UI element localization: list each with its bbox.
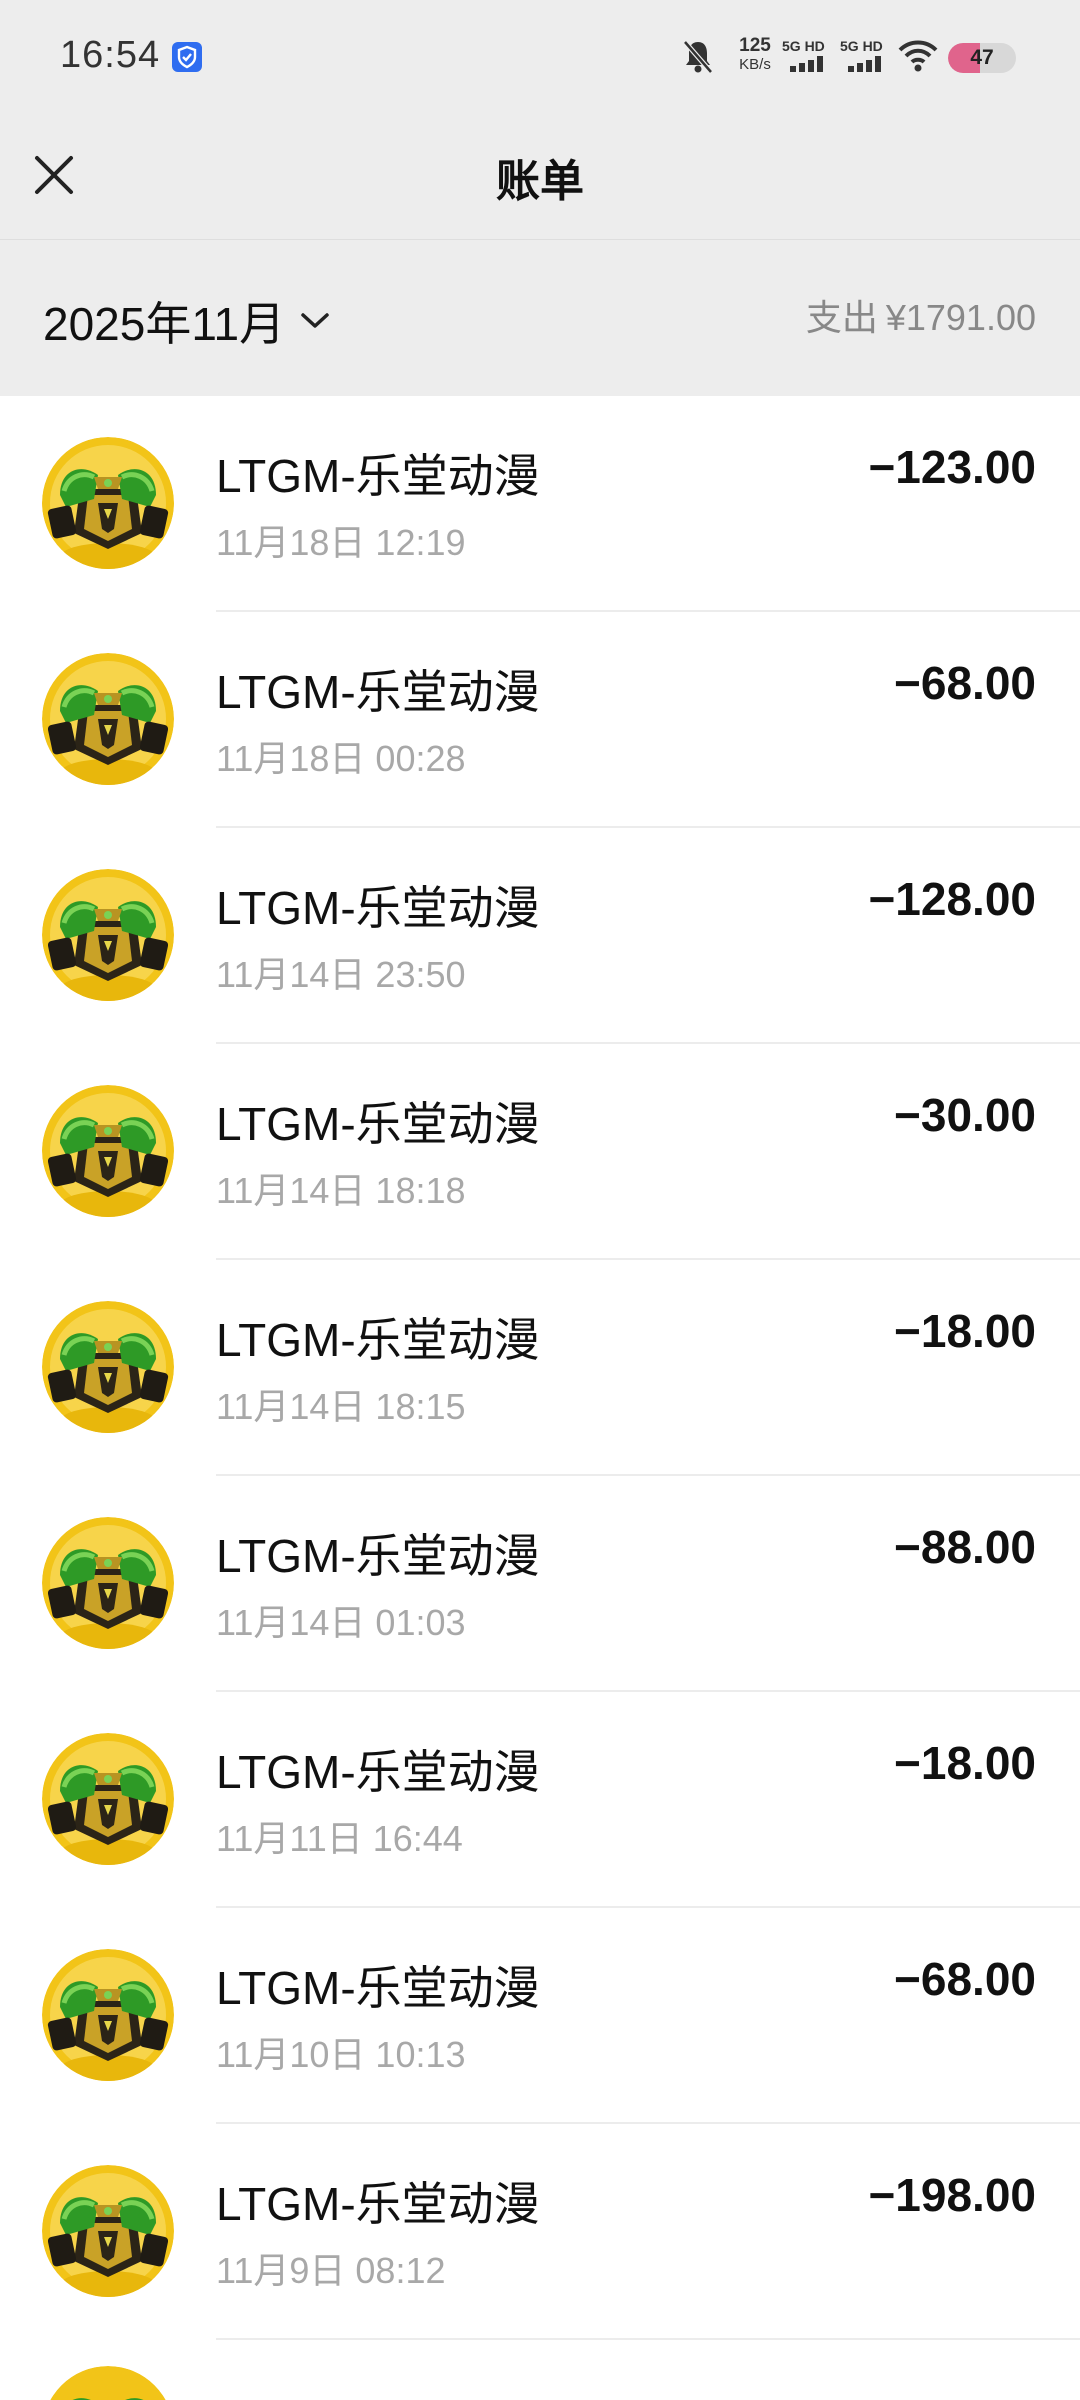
merchant-avatar: [42, 653, 174, 785]
status-bar: 16:54 125 KB/s 5G HD 5G HD 47: [0, 0, 1080, 115]
transaction-row[interactable]: LTGM-乐堂动漫 11月9日 08:12 −198.00: [0, 2124, 1080, 2340]
armor-avatar-icon: [42, 1301, 174, 1433]
transaction-datetime: 11月14日 18:15: [216, 1386, 466, 1427]
transaction-row[interactable]: LTGM-乐堂动漫 11月14日 01:03 −88.00: [0, 1476, 1080, 1692]
merchant-avatar: [42, 869, 174, 1001]
armor-avatar-icon: [42, 1517, 174, 1649]
month-label: 2025年11月: [43, 298, 286, 350]
expense-summary-label: 支出: [805, 297, 878, 338]
signal-bars-icon: [848, 56, 881, 72]
transaction-row[interactable]: LTGM-乐堂动漫 11月14日 23:50 −128.00: [0, 828, 1080, 1044]
transaction-datetime: 11月14日 18:18: [216, 1170, 466, 1211]
merchant-avatar: [42, 2366, 174, 2400]
armor-avatar-icon: [42, 437, 174, 569]
armor-avatar-icon: [50, 2366, 166, 2400]
transaction-amount: −128.00: [868, 873, 1036, 925]
transaction-amount: −18.00: [894, 1737, 1036, 1789]
transaction-datetime: 11月11日 16:44: [216, 1818, 463, 1859]
transaction-datetime: 11月18日 00:28: [216, 738, 466, 779]
merchant-name: LTGM-乐堂动漫: [216, 1530, 540, 1582]
merchant-name: LTGM-乐堂动漫: [216, 666, 540, 718]
nav-bar: 账单: [0, 115, 1080, 240]
merchant-avatar: [42, 1085, 174, 1217]
transaction-amount: −68.00: [894, 657, 1036, 709]
transaction-row[interactable]: LTGM-乐堂动漫 11月10日 10:13 −68.00: [0, 1908, 1080, 2124]
merchant-avatar: [42, 1517, 174, 1649]
chevron-down-icon: [300, 313, 329, 328]
expense-summary-amount: ¥1791.00: [885, 297, 1036, 338]
merchant-name: LTGM-乐堂动漫: [216, 1746, 540, 1798]
transaction-row-partial[interactable]: [0, 2340, 1080, 2400]
sim2-signal: 5G HD: [838, 36, 896, 76]
signal-bars-icon: [790, 56, 823, 72]
merchant-avatar: [42, 1949, 174, 2081]
merchant-avatar: [42, 1733, 174, 1865]
transaction-datetime: 11月14日 23:50: [216, 954, 466, 995]
filter-bar: 2025年11月 支出 ¥1791.00: [0, 240, 1080, 396]
merchant-name: LTGM-乐堂动漫: [216, 882, 540, 934]
transaction-row[interactable]: LTGM-乐堂动漫 11月11日 16:44 −18.00: [0, 1692, 1080, 1908]
armor-avatar-icon: [42, 869, 174, 1001]
status-time: 16:54: [60, 34, 161, 76]
merchant-avatar: [42, 2165, 174, 2297]
transaction-datetime: 11月14日 01:03: [216, 1602, 466, 1643]
sim2-label: 5G HD: [840, 38, 883, 54]
transaction-datetime: 11月9日 08:12: [216, 2250, 446, 2291]
transaction-datetime: 11月18日 12:19: [216, 522, 466, 563]
merchant-name: LTGM-乐堂动漫: [216, 1962, 540, 2014]
transaction-row[interactable]: LTGM-乐堂动漫 11月18日 00:28 −68.00: [0, 612, 1080, 828]
wifi-icon: [898, 40, 938, 72]
battery-level: 47: [970, 46, 994, 69]
transaction-amount: −88.00: [894, 1521, 1036, 1573]
transaction-row[interactable]: LTGM-乐堂动漫 11月18日 12:19 −123.00: [0, 396, 1080, 612]
transaction-list: LTGM-乐堂动漫 11月18日 12:19 −123.00 LTGM-乐堂动漫…: [0, 396, 1080, 2340]
sim1-label: 5G HD: [782, 38, 825, 54]
battery-indicator: 47: [948, 43, 1016, 73]
merchant-name: LTGM-乐堂动漫: [216, 1098, 540, 1150]
transaction-row[interactable]: LTGM-乐堂动漫 11月14日 18:18 −30.00: [0, 1044, 1080, 1260]
merchant-name: LTGM-乐堂动漫: [216, 1314, 540, 1366]
armor-avatar-icon: [42, 1949, 174, 2081]
transaction-amount: −18.00: [894, 1305, 1036, 1357]
merchant-avatar: [42, 1301, 174, 1433]
muted-bell-icon: [683, 40, 713, 74]
merchant-name: LTGM-乐堂动漫: [216, 450, 540, 502]
month-selector[interactable]: 2025年11月: [43, 288, 330, 350]
network-speed-unit: KB/s: [739, 56, 771, 73]
transaction-amount: −30.00: [894, 1089, 1036, 1141]
transaction-row[interactable]: LTGM-乐堂动漫 11月14日 18:15 −18.00: [0, 1260, 1080, 1476]
network-speed: 125 KB/s: [725, 36, 785, 76]
sim1-signal: 5G HD: [780, 36, 838, 76]
armor-avatar-icon: [42, 653, 174, 785]
armor-avatar-icon: [42, 1085, 174, 1217]
network-speed-value: 125: [739, 35, 771, 56]
transaction-datetime: 11月10日 10:13: [216, 2034, 466, 2075]
transaction-amount: −68.00: [894, 1953, 1036, 2005]
transaction-amount: −123.00: [868, 441, 1036, 493]
merchant-name: LTGM-乐堂动漫: [216, 2178, 540, 2230]
shield-icon: [172, 42, 202, 72]
merchant-avatar: [42, 437, 174, 569]
armor-avatar-icon: [42, 1733, 174, 1865]
armor-avatar-icon: [42, 2165, 174, 2297]
transaction-amount: −198.00: [868, 2169, 1036, 2221]
page-title: 账单: [496, 157, 584, 206]
expense-summary: 支出 ¥1791.00: [806, 288, 1036, 348]
